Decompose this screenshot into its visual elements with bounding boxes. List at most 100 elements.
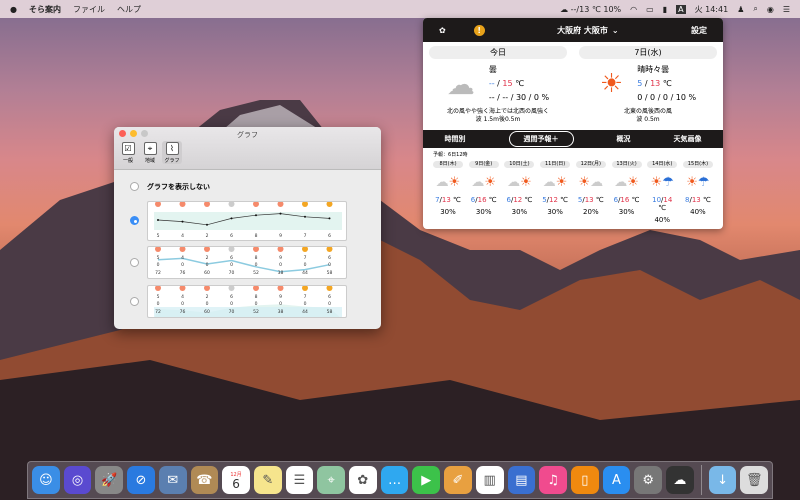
forecast-pop: 30% [440,208,456,216]
location-selector[interactable]: 大阪府 大阪市 ⌄ [557,25,619,36]
dock-reminders[interactable]: ☰ [285,466,314,494]
tab-overview[interactable]: 概況 [617,134,631,144]
temp-label: 8 [255,255,258,261]
dock-contacts[interactable]: ☎ [190,466,219,494]
dock-trash[interactable]: 🗑 [740,466,769,494]
dock-downloads[interactable]: ↓ [708,466,737,494]
tab-hourly[interactable]: 時間別 [445,134,466,144]
temp-label: 6 [230,294,233,300]
dock-siri[interactable]: ◎ [63,466,92,494]
tab-bar: 時間別 週間予報＋ 概況 天気画像 [423,130,723,148]
dock-ibooks[interactable]: ▯ [570,466,599,494]
forecast-pop: 30% [618,208,635,216]
humidity-label: 70 [229,309,235,315]
radio-graph-humidity[interactable] [130,258,139,267]
temp-label: 2 [206,255,209,261]
dock-finder[interactable]: ☺ [32,466,60,494]
dock-numbers[interactable]: ▥ [475,466,504,494]
flower-icon[interactable]: ✿ [439,26,446,35]
dock-launchpad[interactable]: 🚀 [95,466,124,494]
weather-icon [326,247,333,252]
wifi-icon[interactable]: ◠ [630,5,637,14]
spotlight-icon[interactable]: ⌕ [753,4,757,14]
tomorrow-rain: 0 / 0 / 0 / 10 % [637,93,697,102]
clock[interactable]: 火 14:41 [695,4,729,15]
tomorrow-weather: 晴時々曇 [637,65,670,74]
radio-no-graph[interactable] [130,182,139,191]
graph-preview-line[interactable]: 5 4 2 6 8 9 7 6 [147,201,347,241]
menu-help[interactable]: ヘルプ [117,4,141,15]
toolbar-general[interactable]: ☑ 一般 [118,141,138,164]
graph-preview-humidity[interactable]: 5 0 72 4 0 76 2 0 60 6 0 70 8 0 52 9 0 38 7 0 44 6 0 58 [147,246,347,279]
dock-そら案内[interactable]: ☁ [666,466,694,494]
dock-calendar[interactable]: 12月 6 [222,466,250,494]
temp-label: 2 [206,294,209,300]
dock-notes[interactable]: ✎ [253,466,282,494]
temp-label: 2 [206,233,209,239]
siri-icon[interactable]: ◉ [767,5,774,14]
weather-icon [228,202,235,207]
dock-mail[interactable]: ✉ [158,466,187,494]
tomorrow-low: 5 [637,79,643,88]
radio-graph-area[interactable] [130,297,139,306]
battery-icon[interactable]: ▮ [663,5,667,14]
tab-weekly[interactable]: 週間予報＋ [508,131,574,147]
rain-label: 0 [181,301,184,307]
zoom-button[interactable] [141,130,148,137]
humidity-label: 38 [278,309,284,315]
temp-label: 4 [181,255,184,261]
user-icon[interactable]: ♟ [737,5,744,14]
weather-icon [302,286,308,291]
dock-photos[interactable]: ✿ [349,466,377,494]
rain-label: 0 [304,262,307,268]
radio-graph-line[interactable] [130,216,139,225]
forecast-low: 10 [652,196,662,204]
pages-icon: ✐ [452,472,464,488]
dock-itunes[interactable]: ♫ [539,466,567,494]
weather-status-item[interactable]: ☁ --/13 ℃ 10% [560,5,621,14]
forecast-high: 16 [477,196,487,204]
dock-pages[interactable]: ✐ [444,466,472,494]
warning-icon[interactable]: ! [473,24,485,36]
app-menu[interactable]: そら案内 [29,4,61,15]
forecast-temp: 6/12 ℃ [506,196,533,204]
toolbar-graph[interactable]: ⌇ グラフ [162,141,182,164]
close-button[interactable] [119,130,126,137]
dock-safari[interactable]: ⊘ [127,466,155,494]
dock-keynote[interactable]: ▤ [507,466,536,494]
minimize-button[interactable] [130,130,137,137]
settings-button[interactable]: 設定 [691,25,707,36]
rain-label: 0 [206,262,209,268]
temp-point [230,217,233,220]
input-source[interactable]: A [676,4,686,14]
humidity-label: 58 [327,270,333,276]
airplay-icon[interactable]: ▭ [646,5,654,14]
dock-messages[interactable]: … [380,466,409,494]
notification-center-icon[interactable]: ☰ [783,5,790,14]
dock-separator [700,465,702,495]
apple-menu-icon[interactable]: ● [10,5,17,14]
today-label: 今日 [429,46,567,59]
dock-system-preferences[interactable]: ⚙ [634,466,663,494]
forecast-day: 13日(火) ☁ ☀ 6/16 ℃ 30% [611,161,642,224]
forecast-low: 6 [470,196,476,204]
menu-file[interactable]: ファイル [73,4,105,15]
weather-icon [204,286,210,291]
weather-icon [179,286,186,291]
dock-maps[interactable]: ⌖ [317,466,346,494]
dock-facetime[interactable]: ▶ [412,466,441,494]
graph-icon: ⌇ [165,142,179,155]
forecast-high: 14 [663,196,673,204]
rain-label: 0 [230,301,233,307]
graph-preview-area[interactable]: 5 0 72 4 0 76 2 0 60 6 0 70 8 0 52 9 0 38 7 0 44 6 0 58 [147,285,347,318]
forecast-high: 13 [584,196,594,204]
toolbar-region[interactable]: ⌖ 地域 [140,141,160,164]
tab-images[interactable]: 天気画像 [674,134,702,144]
dock-app-store[interactable]: A [602,466,631,494]
cloud-sun-icon: ☁ ☀ [471,174,497,190]
temp-label: 4 [181,233,184,239]
forecast-temp: 10/14 ℃ [652,196,673,212]
contacts-icon: ☎ [196,472,213,488]
forecast-high: 12 [549,196,558,204]
temp-point [279,212,282,215]
